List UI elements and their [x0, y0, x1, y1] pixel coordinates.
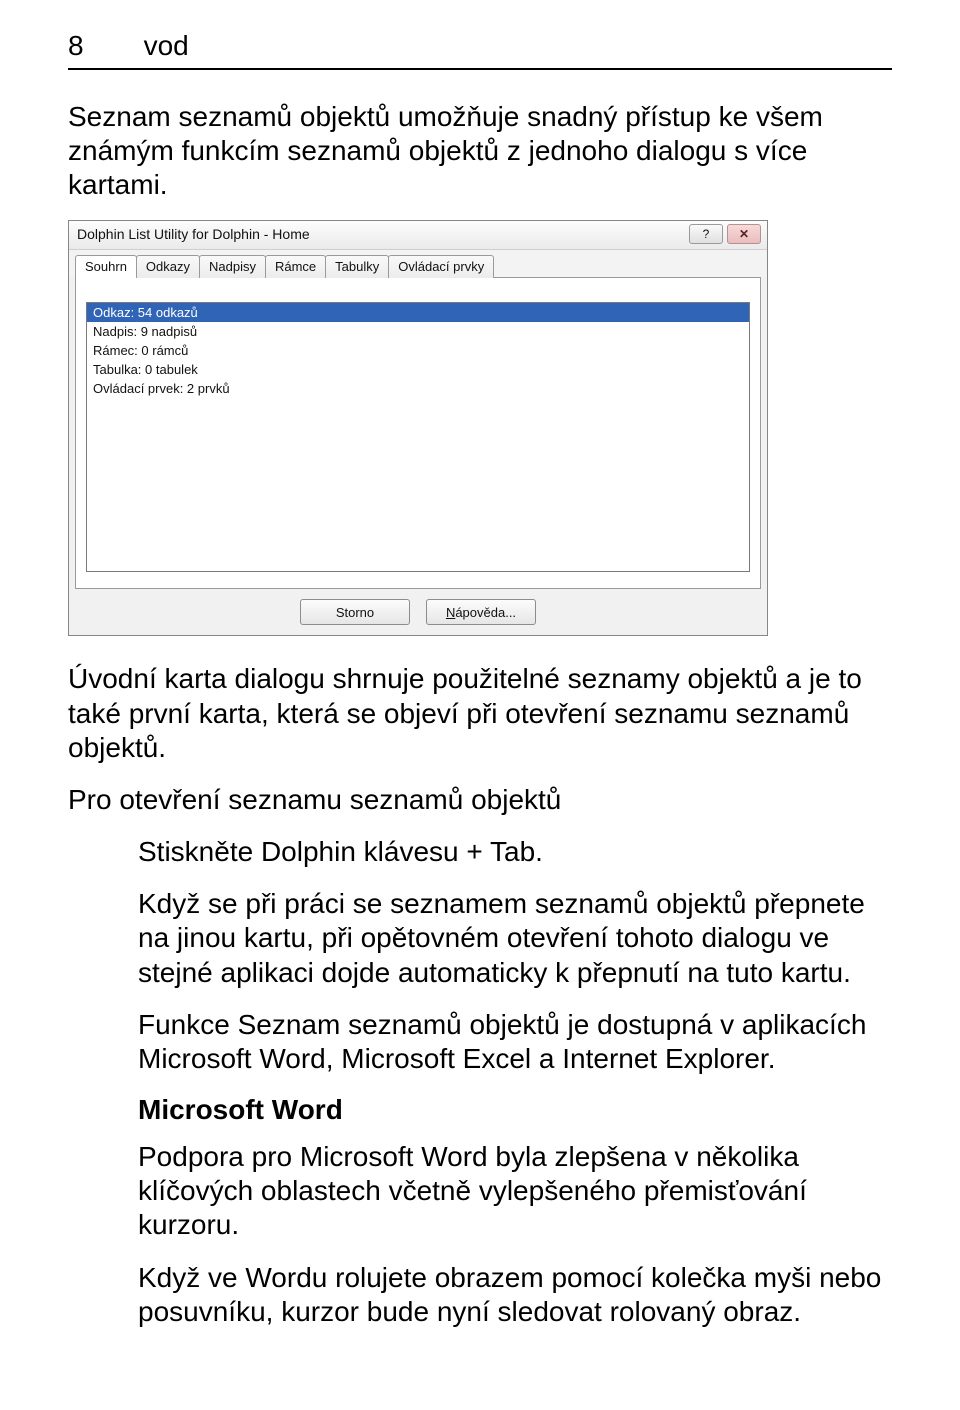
storno-button[interactable]: Storno [300, 599, 410, 625]
list-item[interactable]: Ovládací prvek: 2 prvků [87, 379, 749, 398]
dialog-tabpanel: Odkaz: 54 odkazů Nadpis: 9 nadpisů Rámec… [75, 277, 761, 589]
dialog-screenshot: Dolphin List Utility for Dolphin - Home … [68, 220, 892, 636]
tab-souhrn[interactable]: Souhrn [75, 255, 137, 278]
help-icon[interactable]: ? [689, 224, 723, 244]
tab-odkazy[interactable]: Odkazy [136, 255, 200, 278]
list-item[interactable]: Rámec: 0 rámců [87, 341, 749, 360]
tab-ramce[interactable]: Rámce [265, 255, 326, 278]
list-item[interactable]: Tabulka: 0 tabulek [87, 360, 749, 379]
summary-listbox[interactable]: Odkaz: 54 odkazů Nadpis: 9 nadpisů Rámec… [86, 302, 750, 572]
list-item[interactable]: Nadpis: 9 nadpisů [87, 322, 749, 341]
dialog-tabs: Souhrn Odkazy Nadpisy Rámce Tabulky Ovlá… [69, 250, 767, 277]
shortcut-line: Stiskněte Dolphin klávesu + Tab. [68, 835, 892, 869]
paragraph-5: Když se při práci se seznamem seznamů ob… [68, 887, 892, 989]
tab-tabulky[interactable]: Tabulky [325, 255, 389, 278]
napoveda-button[interactable]: Nápověda... [426, 599, 536, 625]
paragraph-9: Když ve Wordu rolujete obrazem pomocí ko… [68, 1261, 892, 1329]
dialog-title: Dolphin List Utility for Dolphin - Home [77, 226, 310, 242]
dialog-titlebar: Dolphin List Utility for Dolphin - Home … [69, 221, 767, 250]
napoveda-accel: N [446, 605, 455, 620]
list-item[interactable]: Odkaz: 54 odkazů [87, 303, 749, 322]
close-icon[interactable]: ✕ [727, 224, 761, 244]
header-rule [68, 68, 892, 70]
subheading-msword: Microsoft Word [68, 1094, 892, 1126]
section-label: vod [144, 30, 189, 62]
paragraph-intro: Seznam seznamů objektů umožňuje snadný p… [68, 100, 892, 202]
tab-nadpisy[interactable]: Nadpisy [199, 255, 266, 278]
open-heading: Pro otevření seznamu seznamů objektů [68, 783, 892, 817]
page-number: 8 [68, 30, 84, 62]
napoveda-rest: ápověda... [455, 605, 516, 620]
tab-ovladaci-prvky[interactable]: Ovládací prvky [388, 255, 494, 278]
paragraph-6: Funkce Seznam seznamů objektů je dostupn… [68, 1008, 892, 1076]
paragraph-8: Podpora pro Microsoft Word byla zlepšena… [68, 1140, 892, 1242]
dialog-window: Dolphin List Utility for Dolphin - Home … [68, 220, 768, 636]
paragraph-2: Úvodní karta dialogu shrnuje použitelné … [68, 662, 892, 764]
